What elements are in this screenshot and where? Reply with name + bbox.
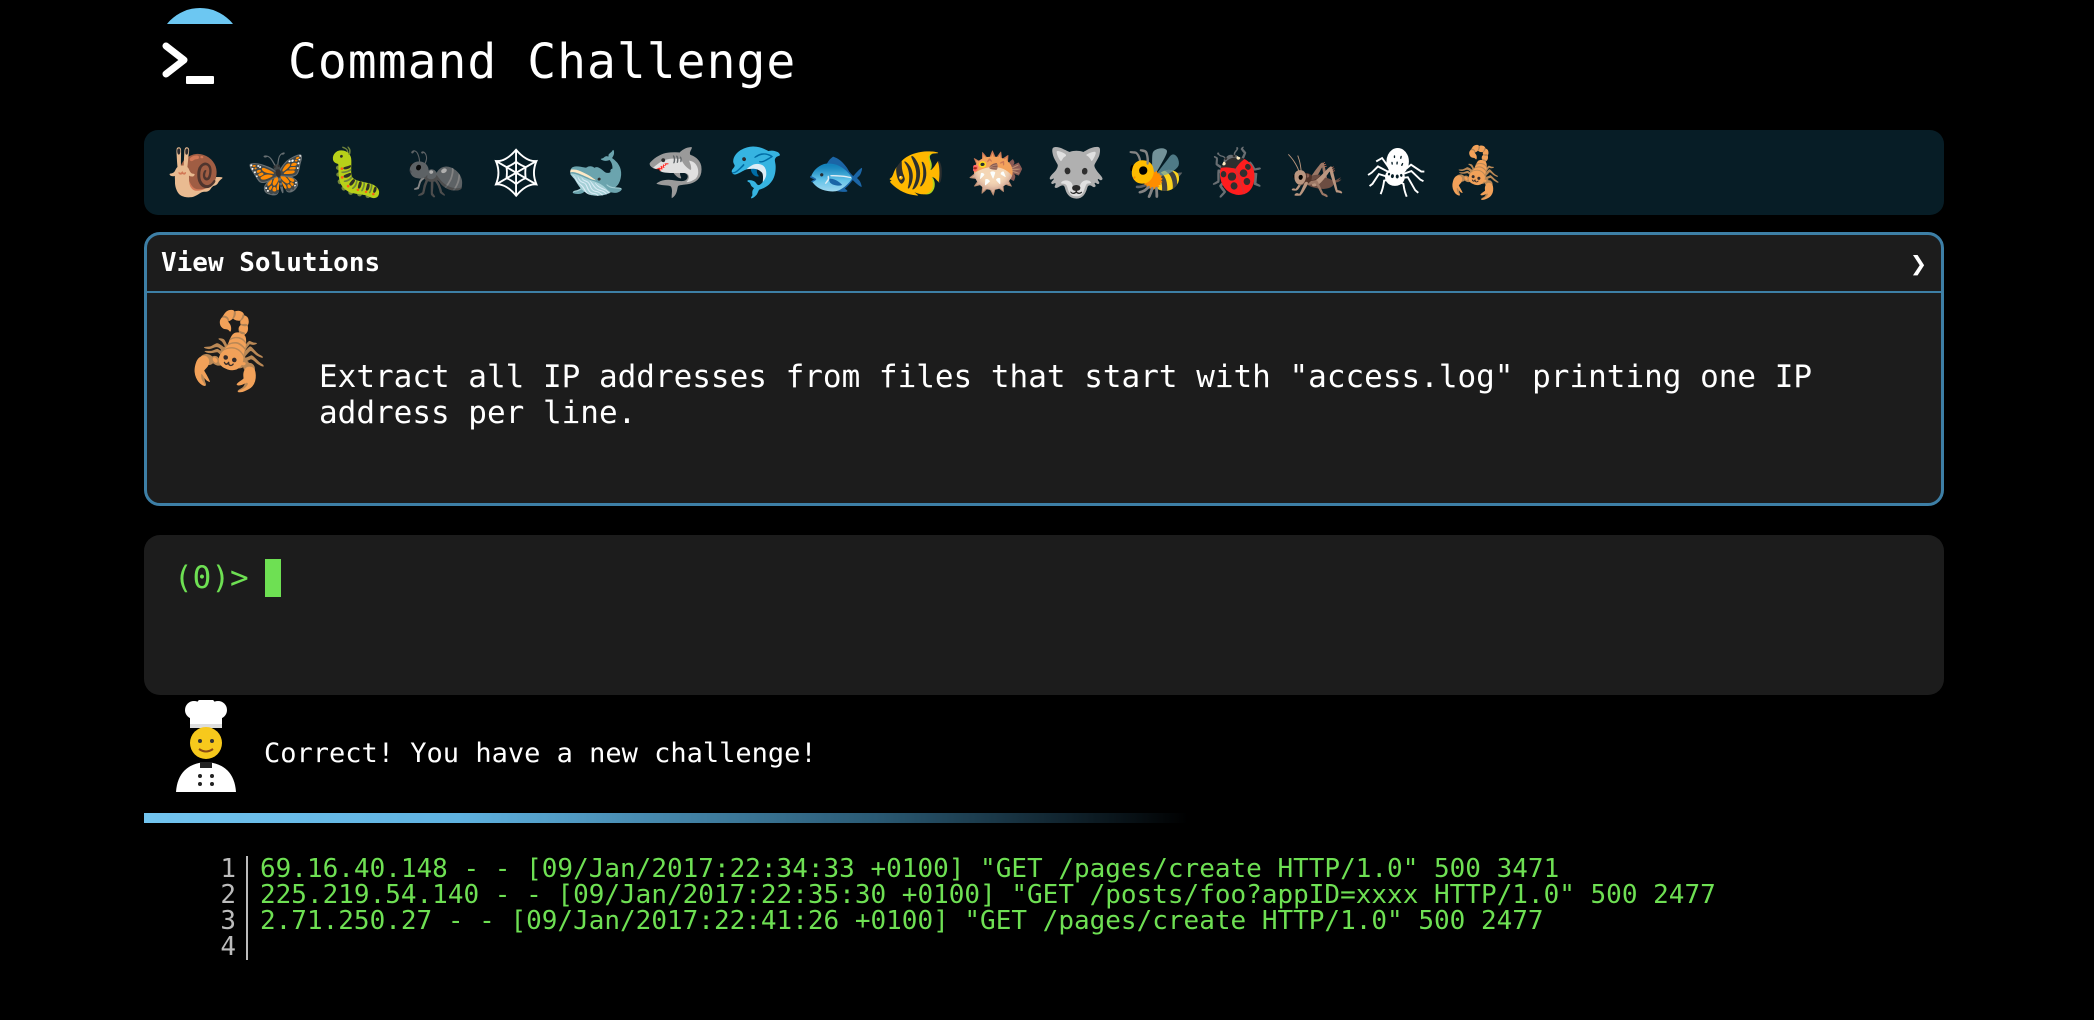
feedback-message: Correct! You have a new challenge! [264, 738, 817, 769]
challenge-description: Extract all IP addresses from files that… [319, 359, 1813, 431]
whale-icon[interactable]: 🐋 [556, 138, 636, 208]
spider-icon[interactable]: 🕷 [1356, 138, 1436, 208]
output-line: 4 [200, 934, 1716, 960]
shark-icon[interactable]: 🦈 [636, 138, 716, 208]
blowfish-icon[interactable]: 🐡 [956, 138, 1036, 208]
scorpion-icon[interactable]: 🦂 [1436, 138, 1516, 208]
fish-icon[interactable]: 🐟 [796, 138, 876, 208]
cricket-icon[interactable]: 🦗 [1276, 138, 1356, 208]
terminal-input[interactable]: (0)> [144, 535, 1944, 695]
line-number: 1 [200, 856, 248, 882]
wolf-icon[interactable]: 🐺 [1036, 138, 1116, 208]
tropical-fish-icon[interactable]: 🐠 [876, 138, 956, 208]
chevron-right-icon: ❯ [1910, 246, 1927, 280]
output-text: 69.16.40.148 - - [09/Jan/2017:22:34:33 +… [260, 854, 1560, 884]
dolphin-icon[interactable]: 🐬 [716, 138, 796, 208]
output-text: 225.219.54.140 - - [09/Jan/2017:22:35:30… [260, 880, 1716, 910]
view-solutions-toggle[interactable]: View Solutions ❯ [147, 235, 1941, 293]
chef-icon [176, 700, 236, 792]
page-title: Command Challenge [288, 34, 797, 90]
cursor [264, 559, 281, 597]
ladybug-icon[interactable]: 🐞 [1196, 138, 1276, 208]
scorpion-icon: 🦂 [185, 309, 275, 393]
prompt-label: (0)> [174, 560, 249, 596]
header: Command Challenge [0, 0, 2094, 120]
terminal-prompt-icon [162, 42, 214, 84]
feedback: Correct! You have a new challenge! [144, 700, 1944, 800]
caterpillar-icon[interactable]: 🐛 [316, 138, 396, 208]
butterfly-icon[interactable]: 🦋 [236, 138, 316, 208]
command-output: 1 69.16.40.148 - - [09/Jan/2017:22:34:33… [200, 856, 1716, 960]
line-number: 3 [200, 908, 248, 934]
challenge-body: 🦂 Extract all IP addresses from files th… [147, 293, 1941, 503]
snail-icon[interactable]: 🐌 [156, 138, 236, 208]
output-line: 1 69.16.40.148 - - [09/Jan/2017:22:34:33… [200, 856, 1716, 882]
output-line: 3 2.71.250.27 - - [09/Jan/2017:22:41:26 … [200, 908, 1716, 934]
ant-icon[interactable]: 🐜 [396, 138, 476, 208]
badge-bar: 🐌 🦋 🐛 🐜 🕸 🐋 🦈 🐬 🐟 🐠 🐡 🐺 🐝 🐞 🦗 🕷 🦂 [144, 130, 1944, 215]
solutions-panel: View Solutions ❯ 🦂 Extract all IP addres… [144, 232, 1944, 506]
line-number: 4 [200, 934, 248, 960]
spider-web-icon[interactable]: 🕸 [476, 138, 556, 208]
output-text: 2.71.250.27 - - [09/Jan/2017:22:41:26 +0… [260, 906, 1544, 936]
prompt-line[interactable]: (0)> [174, 559, 281, 597]
view-solutions-label: View Solutions [161, 248, 381, 278]
progress-bar [144, 813, 1188, 823]
bee-icon[interactable]: 🐝 [1116, 138, 1196, 208]
output-line: 2 225.219.54.140 - - [09/Jan/2017:22:35:… [200, 882, 1716, 908]
line-number: 2 [200, 882, 248, 908]
